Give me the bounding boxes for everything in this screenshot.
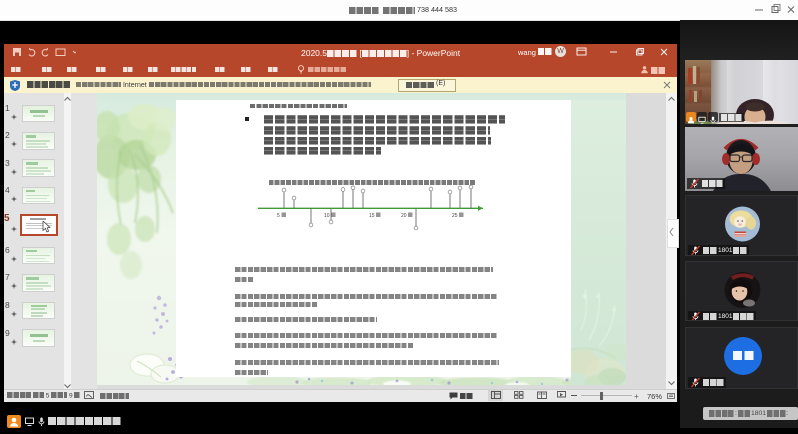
svg-text:25: 25 — [452, 213, 458, 219]
svg-text:5: 5 — [277, 213, 280, 219]
svg-text:20: 20 — [401, 213, 407, 219]
svg-text:10: 10 — [324, 213, 330, 219]
svg-text:15: 15 — [369, 213, 375, 219]
